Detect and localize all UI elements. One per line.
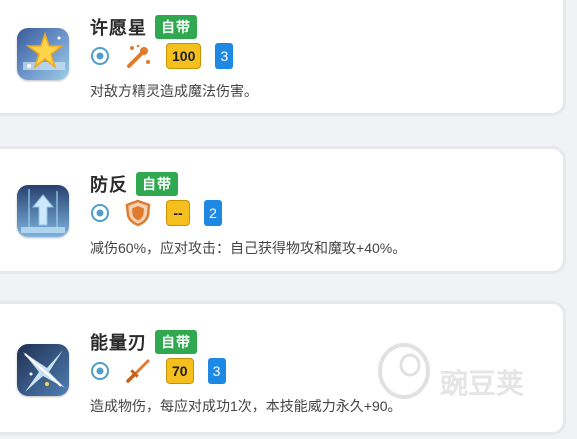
power-badge: --: [166, 200, 190, 226]
counter-defense-icon: [17, 185, 69, 237]
target-icon: [91, 47, 109, 65]
skill-name: 许愿星: [90, 18, 147, 38]
pp-badge: 2: [204, 200, 222, 226]
skill-description: 造成物伤，每应对成功1次，本技能威力永久+90。: [90, 398, 402, 414]
sword-icon: [126, 359, 150, 383]
target-icon: [91, 362, 109, 380]
skill-name: 防反: [90, 175, 128, 195]
innate-tag: 自带: [155, 15, 197, 39]
skill-card-wishing-star[interactable]: 许愿星 自带 100 3 对敌方精灵造成魔法伤害。: [0, 0, 566, 116]
skill-name: 能量刃: [90, 333, 147, 353]
pp-badge: 3: [215, 43, 234, 69]
skill-description: 减伤60%，应对攻击：自己获得物攻和魔攻+40%。: [90, 240, 407, 256]
skill-card-energy-blade[interactable]: 能量刃 自带 70 3 造成物伤，每应对成功1次，本技能威力永久+90。: [0, 301, 566, 435]
shield-icon: [125, 199, 151, 227]
magic-wand-icon: [127, 44, 150, 68]
skill-card-counter-defense[interactable]: 防反 自带 -- 2 减伤60%，应对攻击：自己获得物攻和魔攻+40%。: [0, 146, 566, 274]
wishing-star-icon: [17, 28, 69, 80]
energy-blade-icon: [17, 344, 69, 396]
pp-badge: 3: [207, 358, 226, 384]
target-icon: [91, 204, 109, 222]
innate-tag: 自带: [136, 172, 178, 196]
innate-tag: 自带: [155, 330, 197, 354]
power-badge: 70: [166, 358, 194, 384]
skill-description: 对敌方精灵造成魔法伤害。: [90, 83, 258, 99]
power-badge: 100: [166, 43, 202, 69]
skill-list: 许愿星 自带 100 3 对敌方精灵造成魔法伤害。 防反 自带 -- 2 减伤6…: [0, 0, 577, 439]
